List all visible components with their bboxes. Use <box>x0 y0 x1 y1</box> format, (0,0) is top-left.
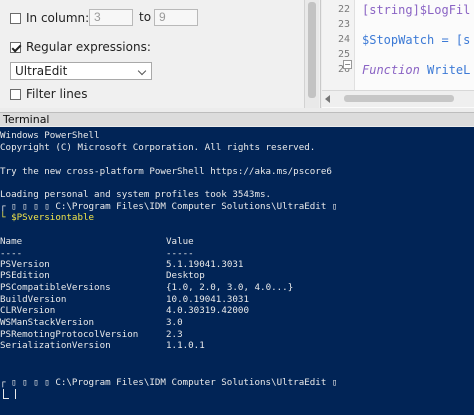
terminal-line: Windows PowerShell <box>0 130 100 141</box>
in-column-label: In column: <box>26 11 90 25</box>
row-name: SerializationVersion <box>0 340 111 351</box>
header-value: Value <box>166 236 194 247</box>
filter-lines-option[interactable]: Filter lines <box>10 87 87 101</box>
code-line: Function WriteL <box>362 63 470 77</box>
table-row: PSRemotingProtocolVersion 2.3 <box>0 329 183 340</box>
terminal-line: Loading personal and system profiles too… <box>0 189 272 200</box>
line-number: 24 <box>337 34 350 45</box>
row-value: 4.0.30319.42000 <box>166 305 249 316</box>
row-name: WSManStackVersion <box>0 317 95 328</box>
code-editor[interactable]: 22 23 24 25 26 − [string]$LogFil $StopWa… <box>322 0 474 108</box>
scrollbar-thumb[interactable] <box>308 2 316 98</box>
terminal-line: Copyright (C) Microsoft Corporation. All… <box>0 142 316 153</box>
panel-scrollbar[interactable] <box>304 0 319 108</box>
line-number: 22 <box>337 4 350 15</box>
regex-engine-select[interactable]: UltraEdit <box>10 62 152 80</box>
line-number-gutter: 22 23 24 25 26 − <box>322 0 355 90</box>
code-line: $StopWatch = [s <box>362 33 471 47</box>
row-value: 1.1.0.1 <box>166 340 205 351</box>
row-value: 5.1.19041.3031 <box>166 259 244 270</box>
find-options-panel: In column: 3 to 9 Regular expressions: U… <box>0 0 321 108</box>
line-number: 23 <box>337 19 350 30</box>
chevron-down-icon <box>137 66 147 76</box>
header-name: Name <box>0 236 23 247</box>
table-row: CLRVersion 4.0.30319.42000 <box>0 305 249 316</box>
filter-lines-label: Filter lines <box>26 87 88 101</box>
rule-name: ---- <box>0 248 23 259</box>
terminal-line: Try the new cross-platform PowerShell ht… <box>0 166 332 177</box>
top-area: In column: 3 to 9 Regular expressions: U… <box>0 0 474 108</box>
code-line: [string]$LogFil <box>362 3 471 17</box>
column-to-input[interactable]: 9 <box>154 9 198 26</box>
table-header: Name Value <box>0 236 194 247</box>
row-name: PSRemotingProtocolVersion <box>0 329 139 340</box>
regex-label: Regular expressions: <box>26 40 151 54</box>
row-value: {1.0, 2.0, 3.0, 4.0...} <box>166 282 294 293</box>
rule-value: ----- <box>166 248 194 259</box>
to-label: to <box>139 10 152 24</box>
scroll-left-icon[interactable] <box>325 95 330 103</box>
regex-engine-value: UltraEdit <box>15 64 68 78</box>
table-row: BuildVersion 10.0.19041.3031 <box>0 294 249 305</box>
prompt-bracket <box>3 398 9 399</box>
row-value: 2.3 <box>166 329 183 340</box>
row-value: 10.0.19041.3031 <box>166 294 249 305</box>
row-name: PSEdition <box>0 270 50 281</box>
table-row: PSCompatibleVersions {1.0, 2.0, 3.0, 4.0.… <box>0 282 293 293</box>
in-column-checkbox[interactable] <box>10 12 21 24</box>
row-value: 3.0 <box>166 317 183 328</box>
row-name: PSCompatibleVersions <box>0 282 111 293</box>
row-name: BuildVersion <box>0 294 67 305</box>
regex-option[interactable]: Regular expressions: <box>10 40 151 54</box>
terminal-prompt: ┌ ▯ ▯ ▯ ▯ C:\Program Files\IDM Computer … <box>0 377 338 388</box>
table-row: SerializationVersion 1.1.0.1 <box>0 340 205 351</box>
fold-toggle-icon[interactable]: − <box>343 60 352 69</box>
code-text: WriteL <box>419 63 471 77</box>
column-from-input[interactable]: 3 <box>89 9 133 26</box>
line-number: 25 <box>337 49 350 60</box>
table-rule: ---- ----- <box>0 248 194 259</box>
regex-checkbox[interactable] <box>10 41 21 53</box>
text-cursor <box>15 389 16 399</box>
terminal-pane[interactable]: Windows PowerShell Copyright (C) Microso… <box>0 127 474 415</box>
filter-lines-checkbox[interactable] <box>10 88 21 100</box>
terminal-prompt: ┌ ▯ ▯ ▯ ▯ C:\Program Files\IDM Computer … <box>0 201 338 212</box>
keyword: Function <box>362 63 420 77</box>
terminal-command: └ $PSversiontable <box>0 212 95 223</box>
row-name: PSVersion <box>0 259 50 270</box>
terminal-title: Terminal <box>0 112 474 126</box>
in-column-option[interactable]: In column: <box>10 11 89 25</box>
scrollbar-thumb[interactable] <box>344 95 454 102</box>
editor-horizontal-scrollbar[interactable] <box>322 90 474 107</box>
table-row: PSEdition Desktop <box>0 270 205 281</box>
table-row: WSManStackVersion 3.0 <box>0 317 183 328</box>
table-row: PSVersion 5.1.19041.3031 <box>0 259 243 270</box>
row-value: Desktop <box>166 270 205 281</box>
row-name: CLRVersion <box>0 305 56 316</box>
